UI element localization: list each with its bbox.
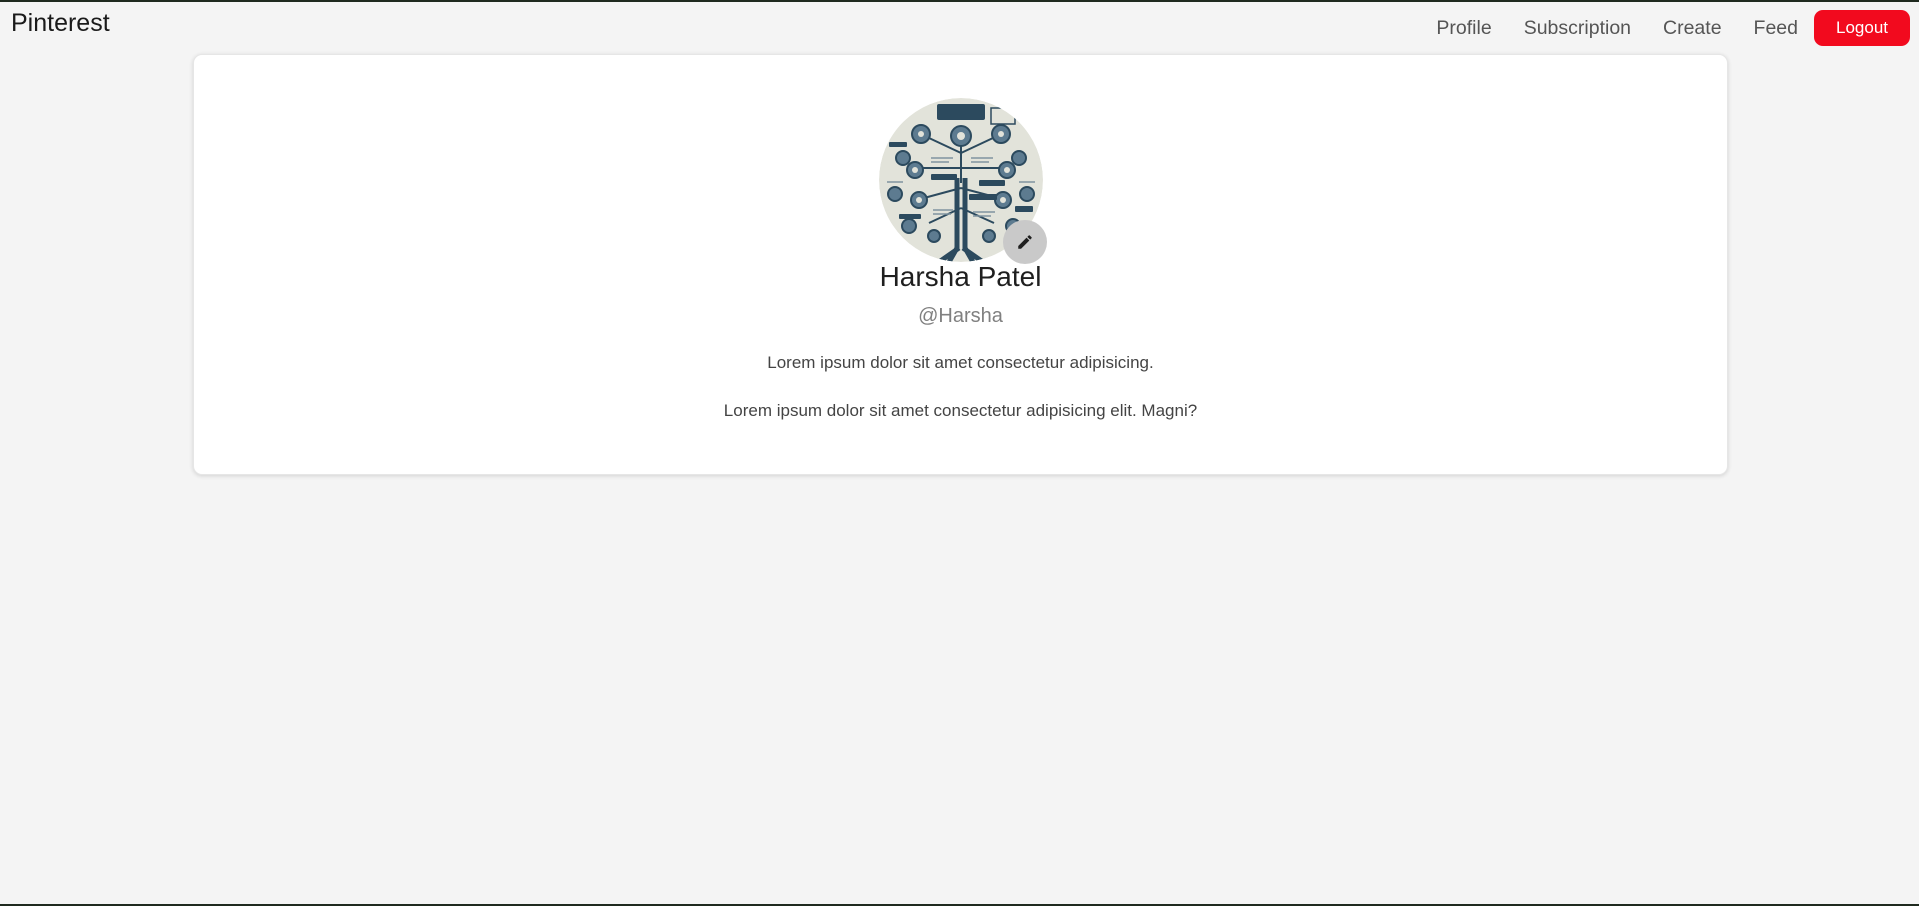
profile-bio-line-2: Lorem ipsum dolor sit amet consectetur a… [723, 401, 1198, 420]
profile-bio-line-1: Lorem ipsum dolor sit amet consectetur a… [767, 353, 1154, 372]
logout-button[interactable]: Logout [1814, 10, 1910, 46]
profile-name: Harsha Patel [879, 261, 1042, 292]
navbar: Pinterest Profile Subscription Create Fe… [0, 2, 1919, 52]
nav-link-subscription[interactable]: Subscription [1524, 17, 1631, 40]
nav-link-feed[interactable]: Feed [1754, 17, 1798, 40]
profile-card: Harsha Patel @Harsha Lorem ipsum dolor s… [193, 54, 1728, 475]
avatar-container [879, 98, 1047, 264]
pencil-icon [1018, 235, 1032, 249]
nav-link-profile[interactable]: Profile [1436, 17, 1491, 40]
edit-avatar-button[interactable] [1003, 220, 1047, 264]
profile-handle: @Harsha [918, 305, 1003, 327]
brand-logo[interactable]: Pinterest [11, 9, 110, 38]
nav-link-create[interactable]: Create [1663, 17, 1722, 40]
nav-links: Profile Subscription Create Feed Logout [1436, 10, 1919, 46]
